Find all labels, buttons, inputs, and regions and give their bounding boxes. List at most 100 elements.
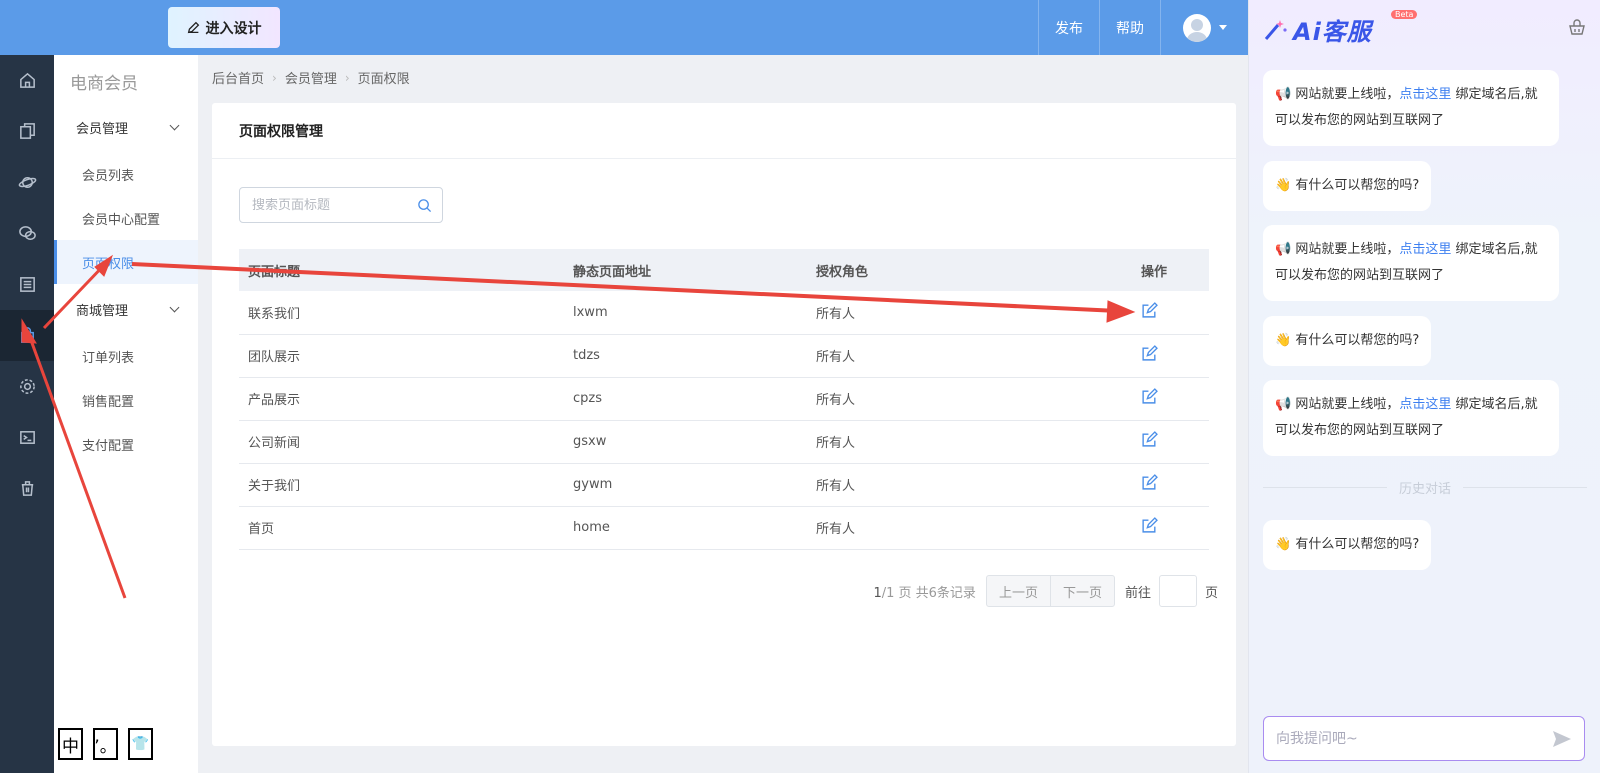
chat-message: 👋 有什么可以帮您的吗? — [1263, 520, 1432, 570]
cell-role: 所有人 — [807, 334, 1132, 378]
cell-role: 所有人 — [807, 377, 1132, 421]
lang-chinese-button[interactable]: 中 — [58, 728, 83, 760]
group-label: 商城管理 — [76, 303, 129, 319]
rail-chat[interactable] — [0, 208, 54, 259]
rail-member[interactable] — [0, 310, 54, 361]
chat-message: 📢 网站就要上线啦，点击这里 绑定域名后,就可以发布您的网站到互联网了 — [1263, 70, 1559, 146]
publish-button[interactable]: 发布 — [1038, 0, 1099, 55]
rail-home[interactable] — [0, 55, 54, 106]
chat-message: 👋 有什么可以帮您的吗? — [1263, 316, 1432, 366]
enter-design-button[interactable]: 进入设计 — [168, 7, 280, 48]
subnav-title: 电商会员 — [70, 74, 138, 94]
cell-title: 联系我们 — [239, 291, 564, 335]
ai-input-box — [1263, 716, 1585, 761]
page-title: 页面权限管理 — [212, 103, 1236, 159]
col-static-url: 静态页面地址 — [564, 249, 807, 291]
search-icon[interactable] — [417, 198, 432, 213]
chat-message: 📢 网站就要上线啦，点击这里 绑定域名后,就可以发布您的网站到互联网了 — [1263, 380, 1559, 456]
page-info: 1/1 页 共6条记录 — [873, 582, 975, 601]
page-total-text: /1 页 共6条记录 — [881, 585, 976, 601]
sidebar-item-sales-config[interactable]: 销售配置 — [54, 378, 198, 422]
divider-line — [1263, 487, 1387, 488]
ai-logo-text: Ai客服 — [1293, 18, 1372, 46]
table-row: 团队展示 tdzs 所有人 — [239, 334, 1209, 378]
user-menu[interactable] — [1160, 0, 1248, 55]
cell-url: home — [564, 506, 807, 550]
rail-list[interactable] — [0, 259, 54, 310]
cleanup-icon[interactable] — [1568, 18, 1586, 36]
edit-icon[interactable] — [1141, 388, 1158, 405]
goto-page-input[interactable] — [1158, 575, 1197, 607]
icon-rail — [0, 55, 54, 773]
cell-action — [1132, 291, 1209, 335]
chevron-right-icon: › — [344, 70, 350, 85]
rail-pages[interactable] — [0, 106, 54, 157]
edit-icon[interactable] — [1141, 431, 1158, 448]
group-mall-management[interactable]: 商城管理 — [54, 289, 198, 329]
edit-icon[interactable] — [1141, 474, 1158, 491]
pencil-icon — [187, 21, 199, 34]
col-action: 操作 — [1132, 249, 1209, 291]
ai-logo: Ai客服 Beta — [1263, 10, 1418, 47]
page-permission-card: 页面权限管理 页面标题 静态页面地址 授权角色 操作 联系我们 lxwm 所有人… — [212, 103, 1236, 746]
breadcrumb: 后台首页 › 会员管理 › 页面权限 — [212, 68, 410, 88]
edit-icon[interactable] — [1141, 301, 1158, 319]
rail-settings[interactable] — [0, 361, 54, 412]
sidebar-item-member-list[interactable]: 会员列表 — [54, 152, 198, 196]
cell-title: 关于我们 — [239, 463, 564, 507]
cell-title: 公司新闻 — [239, 420, 564, 464]
goto-page: 前往 页 — [1125, 575, 1218, 607]
breadcrumb-home[interactable]: 后台首页 — [212, 68, 264, 87]
edit-icon[interactable] — [1141, 345, 1158, 362]
search-box — [239, 187, 443, 223]
page-suffix: 页 — [1204, 585, 1218, 601]
edit-icon[interactable] — [1141, 517, 1158, 534]
breadcrumb-current: 页面权限 — [357, 72, 410, 87]
help-button[interactable]: 帮助 — [1099, 0, 1160, 55]
sidebar-item-member-center[interactable]: 会员中心配置 — [54, 196, 198, 240]
punctuation-button[interactable]: ’。 — [93, 728, 118, 760]
pagination: 1/1 页 共6条记录 上一页 下一页 前往 页 — [212, 575, 1218, 607]
bind-domain-link[interactable]: 点击这里 — [1399, 87, 1451, 102]
bind-domain-link[interactable]: 点击这里 — [1399, 242, 1451, 257]
skin-button[interactable]: 👕 — [128, 728, 153, 760]
cell-title: 团队展示 — [239, 334, 564, 378]
ai-question-input[interactable] — [1276, 730, 1552, 747]
table-header-row: 页面标题 静态页面地址 授权角色 操作 — [239, 249, 1209, 291]
history-divider: 历史对话 — [1263, 478, 1588, 497]
group-label: 会员管理 — [76, 121, 129, 137]
bind-domain-link[interactable]: 点击这里 — [1399, 397, 1451, 412]
search-input[interactable] — [252, 197, 402, 213]
group-member-management[interactable]: 会员管理 — [54, 107, 198, 147]
sidebar-item-page-permission[interactable]: 页面权限 — [54, 240, 198, 284]
sidebar-item-order-list[interactable]: 订单列表 — [54, 334, 198, 378]
terminal-icon — [19, 431, 35, 444]
cell-title: 产品展示 — [239, 377, 564, 421]
page-buttons: 上一页 下一页 — [985, 575, 1115, 607]
cell-role: 所有人 — [807, 291, 1132, 335]
message-text: 📢 网站就要上线啦， — [1275, 397, 1400, 412]
sidebar-item-payment-config[interactable]: 支付配置 — [54, 422, 198, 466]
current-page: 1 — [873, 585, 882, 601]
cell-role: 所有人 — [807, 420, 1132, 464]
message-text: 👋 有什么可以帮您的吗? — [1275, 178, 1420, 193]
cell-action — [1132, 463, 1209, 507]
col-page-title: 页面标题 — [239, 249, 564, 291]
send-icon[interactable] — [1552, 730, 1572, 748]
breadcrumb-member[interactable]: 会员管理 — [285, 68, 337, 87]
next-page-button[interactable]: 下一页 — [1049, 576, 1114, 606]
sub-sidebar: 电商会员 会员管理 会员列表 会员中心配置 页面权限 商城管理 订单列表 销售配… — [54, 55, 198, 773]
table-row: 产品展示 cpzs 所有人 — [239, 377, 1209, 421]
planet-icon — [18, 176, 36, 189]
history-label[interactable]: 历史对话 — [1399, 478, 1451, 497]
chevron-down-icon — [169, 302, 180, 312]
divider-line — [1463, 487, 1588, 488]
rail-trash[interactable] — [0, 463, 54, 514]
ai-chat-panel: Ai客服 Beta 📢 网站就要上线啦，点击这里 绑定域名后,就可以发布您的网站… — [1248, 0, 1600, 773]
rail-planet[interactable] — [0, 157, 54, 208]
prev-page-button[interactable]: 上一页 — [987, 576, 1050, 606]
rail-terminal[interactable] — [0, 412, 54, 463]
chevron-down-icon — [169, 120, 180, 130]
cell-url: cpzs — [564, 377, 807, 421]
cell-url: gsxw — [564, 420, 807, 464]
